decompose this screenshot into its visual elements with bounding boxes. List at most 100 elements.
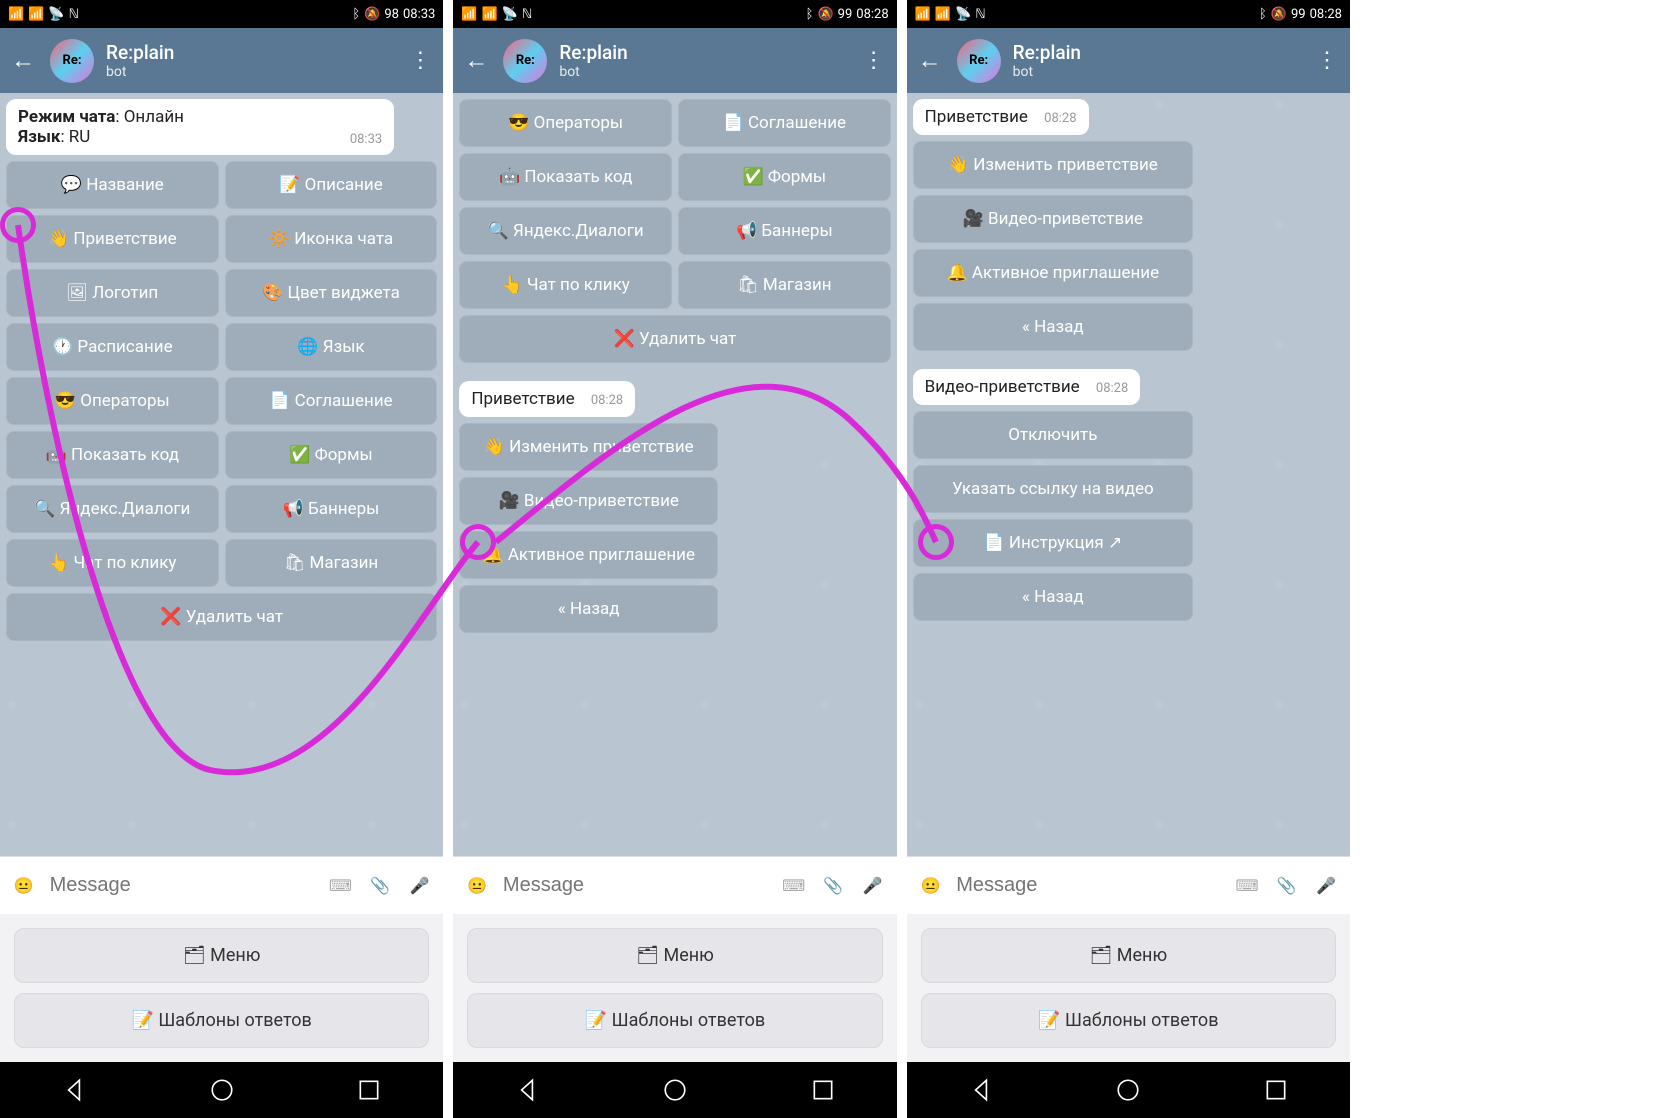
kb-izmenit-privetstvie[interactable]: 👋 Изменить приветствие (459, 423, 718, 471)
avatar[interactable]: Re: (957, 39, 1001, 83)
kb-bannery[interactable]: 📢 Баннеры (225, 485, 438, 533)
keyboard-toggle-icon[interactable]: ⌨ (780, 872, 808, 900)
kb-yandex-dialogi[interactable]: 🔍 Яндекс.Диалоги (6, 485, 219, 533)
signal-icon: 📶 (482, 7, 498, 22)
kb-soglashenie[interactable]: 📄 Соглашение (678, 99, 891, 147)
kb-instrukciya[interactable]: 📄 Инструкция ↗ (913, 519, 1193, 567)
kb-magazin[interactable]: 🛍 Магазин (678, 261, 891, 309)
kb-nazvanie[interactable]: 💬 Название (6, 161, 219, 209)
kb-otkluchit[interactable]: Отключить (913, 411, 1193, 459)
kb-chat-po-kliku[interactable]: 👆 Чат по клику (459, 261, 672, 309)
mute-icon: 🔕 (364, 7, 380, 22)
attach-icon[interactable]: 📎 (1273, 872, 1301, 900)
sticker-icon[interactable]: 😐 (917, 872, 945, 900)
message-input-bar: 😐 ⌨ 📎 🎤 (907, 856, 1350, 914)
overflow-menu-button[interactable]: ⋮ (405, 46, 435, 76)
avatar[interactable]: Re: (503, 39, 547, 83)
nav-home-icon[interactable] (662, 1077, 688, 1103)
kb-privetstvie[interactable]: 👋 Приветствие (6, 215, 219, 263)
avatar[interactable]: Re: (50, 39, 94, 83)
message-time: 08:33 (350, 132, 382, 147)
overflow-menu-button[interactable]: ⋮ (1312, 46, 1342, 76)
message-input[interactable] (503, 874, 768, 897)
battery-level: 98 (384, 7, 399, 22)
nav-back-icon[interactable] (968, 1077, 994, 1103)
nav-home-icon[interactable] (1115, 1077, 1141, 1103)
templates-button[interactable]: 📝 Шаблоны ответов (921, 993, 1336, 1048)
back-button[interactable]: ← (915, 46, 945, 76)
kb-bannery[interactable]: 📢 Баннеры (678, 207, 891, 255)
kb-nazad[interactable]: « Назад (913, 573, 1193, 621)
kb-logotip[interactable]: 🖼 Логотип (6, 269, 219, 317)
signal-icon: 📶 (935, 7, 951, 22)
templates-button[interactable]: 📝 Шаблоны ответов (14, 993, 429, 1048)
kb-nazad[interactable]: « Назад (459, 585, 718, 633)
chat-body: Приветствие 08:28 👋 Изменить приветствие… (907, 93, 1350, 856)
phone-screen-2: 📶 📶 📡 ℕ ᛒ 🔕 99 08:28 ← Re: Re:plain bot … (453, 0, 896, 1118)
wifi-icon: 📡 (502, 7, 518, 22)
kb-pokazat-kod[interactable]: 🤖 Показать код (6, 431, 219, 479)
attach-icon[interactable]: 📎 (819, 872, 847, 900)
kb-magazin[interactable]: 🛍 Магазин (225, 539, 438, 587)
inline-keyboard-top: 😎 Операторы 📄 Соглашение 🤖 Показать код … (459, 99, 890, 363)
kb-izmenit-privetstvie[interactable]: 👋 Изменить приветствие (913, 141, 1193, 189)
kb-ukazat-ssylku[interactable]: Указать ссылку на видео (913, 465, 1193, 513)
mic-icon[interactable]: 🎤 (1312, 872, 1340, 900)
menu-button[interactable]: 🗂 Меню (921, 928, 1336, 983)
sticker-icon[interactable]: 😐 (463, 872, 491, 900)
message-input[interactable] (50, 874, 315, 897)
back-button[interactable]: ← (8, 46, 38, 76)
kb-chat-po-kliku[interactable]: 👆 Чат по клику (6, 539, 219, 587)
templates-button[interactable]: 📝 Шаблоны ответов (467, 993, 882, 1048)
kb-nazad[interactable]: « Назад (913, 303, 1193, 351)
nav-home-icon[interactable] (209, 1077, 235, 1103)
kb-formy[interactable]: ✅ Формы (678, 153, 891, 201)
nav-recent-icon[interactable] (356, 1077, 382, 1103)
chat-subtitle: bot (106, 64, 393, 80)
reply-panel: 🗂 Меню 📝 Шаблоны ответов (453, 914, 896, 1062)
keyboard-toggle-icon[interactable]: ⌨ (327, 872, 355, 900)
kb-udalit-chat[interactable]: ❌ Удалить чат (459, 315, 890, 363)
kb-ikonka[interactable]: 🔆 Иконка чата (225, 215, 438, 263)
kb-udalit-chat[interactable]: ❌ Удалить чат (6, 593, 437, 641)
nav-back-icon[interactable] (514, 1077, 540, 1103)
mic-icon[interactable]: 🎤 (406, 872, 434, 900)
overflow-menu-button[interactable]: ⋮ (859, 46, 889, 76)
nav-recent-icon[interactable] (810, 1077, 836, 1103)
kb-video-privetstvie[interactable]: 🎥 Видео-приветствие (459, 477, 718, 525)
menu-button[interactable]: 🗂 Меню (467, 928, 882, 983)
message-time: 08:28 (591, 393, 623, 408)
android-nav-bar (907, 1062, 1350, 1118)
back-button[interactable]: ← (461, 46, 491, 76)
kb-operatory[interactable]: 😎 Операторы (459, 99, 672, 147)
nav-back-icon[interactable] (61, 1077, 87, 1103)
kb-opisanie[interactable]: 📝 Описание (225, 161, 438, 209)
chat-title-area[interactable]: Re:plain bot (559, 41, 846, 80)
kb-pokazat-kod[interactable]: 🤖 Показать код (459, 153, 672, 201)
nav-recent-icon[interactable] (1263, 1077, 1289, 1103)
message-input[interactable] (956, 874, 1221, 897)
wifi-icon: 📡 (48, 7, 64, 22)
menu-button[interactable]: 🗂 Меню (14, 928, 429, 983)
kb-formy[interactable]: ✅ Формы (225, 431, 438, 479)
kb-yazyk[interactable]: 🌐 Язык (225, 323, 438, 371)
kb-soglashenie[interactable]: 📄 Соглашение (225, 377, 438, 425)
chat-subtitle: bot (559, 64, 846, 80)
kb-yandex-dialogi[interactable]: 🔍 Яндекс.Диалоги (459, 207, 672, 255)
attach-icon[interactable]: 📎 (366, 872, 394, 900)
mic-icon[interactable]: 🎤 (859, 872, 887, 900)
kb-operatory[interactable]: 😎 Операторы (6, 377, 219, 425)
keyboard-toggle-icon[interactable]: ⌨ (1233, 872, 1261, 900)
clock: 08:28 (1310, 7, 1342, 22)
chat-title-area[interactable]: Re:plain bot (1013, 41, 1300, 80)
chat-title-area[interactable]: Re:plain bot (106, 41, 393, 80)
kb-raspisanie[interactable]: 🕐 Расписание (6, 323, 219, 371)
kb-aktivnoe-priglashenie[interactable]: 🔔 Активное приглашение (459, 531, 718, 579)
kb-tsvet[interactable]: 🎨 Цвет виджета (225, 269, 438, 317)
kb-aktivnoe-priglashenie[interactable]: 🔔 Активное приглашение (913, 249, 1193, 297)
sticker-icon[interactable]: 😐 (10, 872, 38, 900)
message-bubble: Приветствие 08:28 (913, 99, 1089, 135)
kb-video-privetstvie[interactable]: 🎥 Видео-приветствие (913, 195, 1193, 243)
annotation-ring (0, 207, 36, 243)
clock: 08:28 (856, 7, 888, 22)
